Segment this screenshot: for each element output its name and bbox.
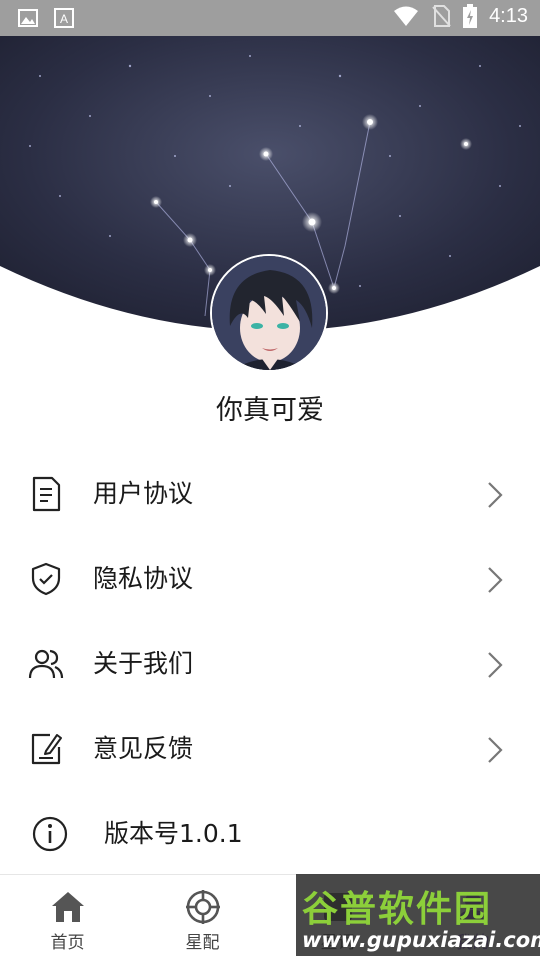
- chevron-right-icon: [488, 567, 503, 593]
- avatar-icon: [212, 256, 326, 370]
- menu-item-label: 意见反馈: [93, 734, 194, 763]
- menu-item-label: 隐私协议: [93, 564, 194, 593]
- nav-item-home[interactable]: 首页: [0, 875, 135, 960]
- menu-item-feedback[interactable]: 意见反馈: [0, 707, 540, 792]
- menu-item-user-agreement[interactable]: 用户协议: [0, 452, 540, 537]
- battery-charging-icon: [463, 4, 478, 28]
- target-icon: [185, 890, 220, 924]
- svg-text:A: A: [60, 12, 68, 26]
- status-right-icons: 4:13: [393, 4, 528, 28]
- menu-item-about-us[interactable]: 关于我们: [0, 622, 540, 707]
- watermark-url: www.gupuxiazai.com: [302, 928, 540, 952]
- chevron-right-icon: [488, 737, 503, 763]
- no-sim-icon: [432, 5, 451, 27]
- nav-label: 首页: [50, 933, 85, 953]
- menu-item-privacy-agreement[interactable]: 隐私协议: [0, 537, 540, 622]
- watermark-title: 谷普软件园: [302, 889, 493, 930]
- chevron-right-icon: [488, 652, 503, 678]
- info-icon: [32, 816, 68, 852]
- avatar[interactable]: [210, 254, 328, 372]
- status-bar: A 4:13: [0, 0, 540, 36]
- document-icon: [32, 476, 61, 512]
- username: 你真可爱: [216, 395, 324, 426]
- menu-item-label: 关于我们: [93, 649, 194, 678]
- font-icon: A: [54, 8, 74, 28]
- nav-label: 星配: [185, 933, 220, 953]
- status-time: 4:13: [489, 4, 528, 27]
- nav-item-match[interactable]: 星配: [135, 875, 270, 960]
- shield-check-icon: [31, 562, 61, 596]
- menu-item-label: 用户协议: [93, 479, 194, 508]
- settings-menu: 用户协议 隐私协议 关于我们 意见反馈 版本号1.0.1: [0, 452, 540, 877]
- version-label: 版本号1.0.1: [104, 819, 243, 848]
- menu-item-version[interactable]: 版本号1.0.1: [0, 792, 540, 877]
- image-icon: [18, 9, 38, 27]
- status-left-icons: A: [18, 8, 74, 28]
- feedback-edit-icon: [31, 733, 62, 765]
- chevron-right-icon: [488, 482, 503, 508]
- wifi-icon: [394, 6, 419, 26]
- users-icon: [28, 649, 64, 679]
- watermark: 谷普软件园 www.gupuxiazai.com: [296, 874, 540, 956]
- home-icon: [51, 892, 84, 922]
